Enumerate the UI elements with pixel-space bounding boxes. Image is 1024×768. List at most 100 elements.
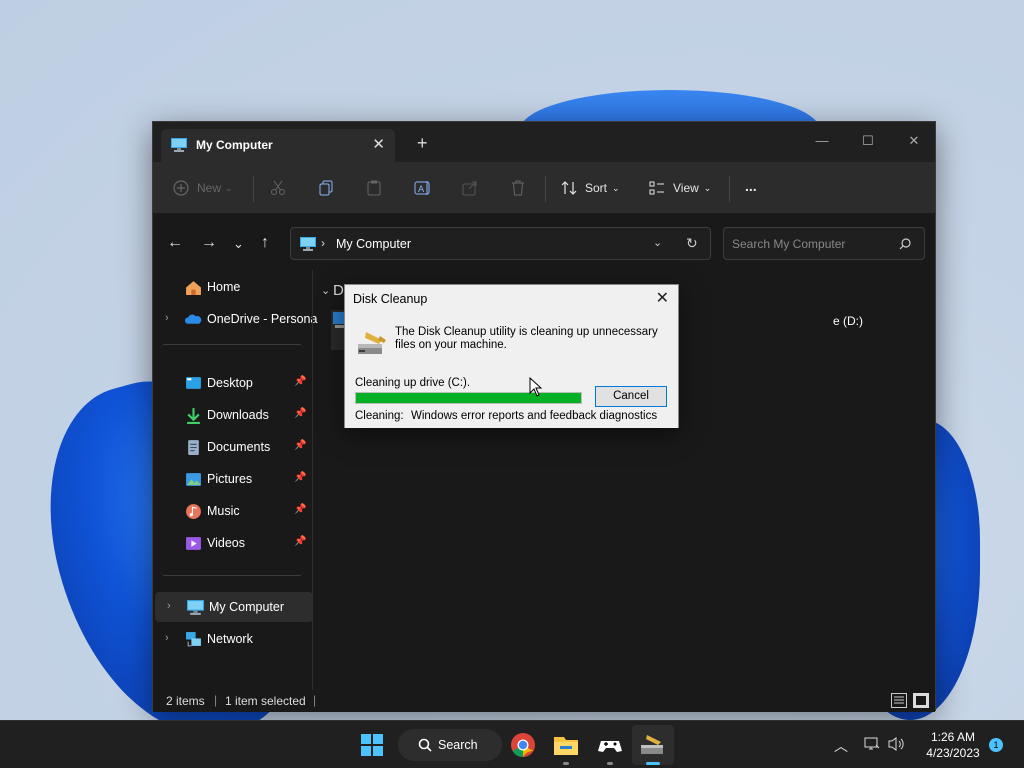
drive-d-label[interactable]: e (D:) bbox=[833, 314, 863, 328]
breadcrumb-chevron-icon: › bbox=[321, 236, 325, 250]
sidebar-item-label: Home bbox=[207, 280, 241, 294]
sort-icon bbox=[561, 181, 577, 195]
clipboard-icon bbox=[367, 180, 381, 196]
maximize-button[interactable]: ☐ bbox=[845, 127, 891, 155]
home-icon bbox=[186, 281, 201, 295]
computer-icon bbox=[300, 237, 316, 251]
pin-icon[interactable]: 📌 bbox=[294, 504, 306, 515]
expand-chevron-icon[interactable]: › bbox=[167, 600, 171, 612]
details-view-icon[interactable] bbox=[891, 693, 907, 708]
expand-chevron-icon[interactable]: › bbox=[165, 632, 169, 644]
sidebar-item-desktop[interactable]: Desktop 📌 bbox=[153, 368, 311, 398]
address-dropdown-icon[interactable]: ⌄ bbox=[653, 236, 662, 249]
disk-cleanup-icon[interactable] bbox=[638, 730, 668, 760]
pin-icon[interactable]: 📌 bbox=[294, 472, 306, 483]
view-button[interactable]: View ⌄ bbox=[649, 174, 711, 202]
sidebar-item-pictures[interactable]: Pictures 📌 bbox=[153, 464, 311, 494]
minimize-button[interactable]: — bbox=[799, 127, 845, 155]
clock-date: 4/23/2023 bbox=[926, 746, 980, 760]
cleaning-item: Windows error reports and feedback diagn… bbox=[411, 410, 658, 422]
address-row: ← → ⌄ ↑ › My Computer ⌄ ↻ Search My Comp… bbox=[153, 214, 935, 270]
group-collapse-icon[interactable]: ⌄ bbox=[321, 284, 330, 297]
progress-fill bbox=[356, 393, 581, 403]
new-tab-button[interactable]: + bbox=[417, 133, 428, 154]
sidebar-item-music[interactable]: Music 📌 bbox=[153, 496, 311, 526]
cleaning-drive-text: Cleaning up drive (C:). bbox=[355, 377, 471, 389]
toolbar-separator bbox=[545, 176, 546, 202]
sidebar-item-label: Pictures bbox=[207, 472, 253, 486]
copy-button[interactable] bbox=[318, 174, 334, 202]
pictures-icon bbox=[186, 473, 201, 486]
sidebar-item-onedrive[interactable]: › OneDrive - Persona bbox=[153, 304, 317, 334]
cut-button[interactable] bbox=[270, 174, 286, 202]
network-status-icon[interactable] bbox=[864, 736, 880, 752]
sidebar-item-label: Downloads bbox=[207, 408, 269, 422]
sidebar-divider bbox=[163, 344, 301, 345]
dialog-message: The Disk Cleanup utility is cleaning up … bbox=[395, 326, 658, 351]
file-explorer-icon[interactable] bbox=[551, 730, 581, 760]
close-icon[interactable]: ✕ bbox=[656, 288, 669, 308]
sidebar-item-label: Desktop bbox=[207, 376, 253, 390]
start-icon[interactable] bbox=[357, 730, 387, 760]
sidebar-item-downloads[interactable]: Downloads 📌 bbox=[153, 400, 311, 430]
tab-my-computer[interactable]: My Computer ✕ bbox=[161, 129, 395, 162]
volume-icon[interactable] bbox=[888, 736, 906, 752]
delete-button[interactable] bbox=[510, 174, 526, 202]
sidebar-item-home[interactable]: Home bbox=[153, 272, 311, 302]
chrome-icon[interactable] bbox=[508, 730, 538, 760]
tiles-view-icon[interactable] bbox=[913, 693, 929, 708]
new-button[interactable]: New ⌄ bbox=[173, 174, 233, 202]
forward-arrow-icon[interactable]: → bbox=[201, 234, 217, 252]
search-box[interactable]: Search My Computer bbox=[723, 227, 925, 260]
clock[interactable]: 1:26 AM 4/23/2023 bbox=[920, 729, 986, 761]
paste-button[interactable] bbox=[366, 174, 382, 202]
back-arrow-icon[interactable]: ← bbox=[167, 234, 183, 252]
more-options-button[interactable]: ... bbox=[745, 172, 757, 200]
sidebar-item-label: Music bbox=[207, 504, 240, 518]
address-bar[interactable]: › My Computer ⌄ ↻ bbox=[290, 227, 711, 260]
group-header: D bbox=[333, 282, 344, 299]
pin-icon[interactable]: 📌 bbox=[294, 440, 306, 451]
active-indicator bbox=[646, 762, 660, 765]
taskbar-search-label: Search bbox=[438, 738, 478, 752]
rename-icon: A bbox=[414, 181, 430, 195]
trash-icon bbox=[512, 180, 524, 196]
tab-title: My Computer bbox=[196, 138, 273, 152]
mouse-cursor-icon bbox=[529, 377, 542, 397]
selection-count: 1 item selected bbox=[225, 694, 306, 708]
navigation-pane: Home › OneDrive - Persona Desktop 📌 Down… bbox=[153, 270, 317, 690]
sidebar-item-my-computer[interactable]: › My Computer bbox=[155, 592, 313, 622]
sidebar-item-documents[interactable]: Documents 📌 bbox=[153, 432, 311, 462]
pin-icon[interactable]: 📌 bbox=[294, 536, 306, 547]
show-hidden-icons-chevron-icon[interactable]: ︿ bbox=[834, 736, 848, 756]
notification-badge[interactable]: 1 bbox=[989, 738, 1003, 752]
recent-chevron-icon[interactable]: ⌄ bbox=[233, 236, 244, 252]
computer-icon bbox=[171, 138, 187, 152]
taskbar-search[interactable]: Search bbox=[398, 729, 502, 761]
running-indicator bbox=[607, 762, 613, 765]
sidebar-item-network[interactable]: › Network bbox=[153, 624, 311, 654]
toolbar-separator bbox=[729, 176, 730, 202]
refresh-icon[interactable]: ↻ bbox=[686, 235, 698, 252]
sidebar-item-videos[interactable]: Videos 📌 bbox=[153, 528, 311, 558]
desktop-icon bbox=[186, 377, 201, 389]
computer-icon bbox=[187, 600, 204, 615]
game-controller-icon[interactable] bbox=[595, 730, 625, 760]
rename-button[interactable]: A bbox=[414, 174, 432, 202]
cleanup-progress-bar bbox=[355, 392, 582, 404]
chevron-down-icon: ⌄ bbox=[225, 182, 233, 193]
pin-icon[interactable]: 📌 bbox=[294, 408, 306, 419]
sort-button[interactable]: Sort ⌄ bbox=[561, 174, 620, 202]
cancel-button[interactable]: Cancel bbox=[595, 386, 667, 407]
view-icon bbox=[649, 181, 664, 195]
pin-icon[interactable]: 📌 bbox=[294, 376, 306, 387]
running-indicator bbox=[563, 762, 569, 765]
close-window-button[interactable]: ✕ bbox=[891, 127, 937, 155]
expand-chevron-icon[interactable]: › bbox=[165, 312, 169, 324]
address-path: My Computer bbox=[336, 237, 412, 251]
sidebar-item-label: Videos bbox=[207, 536, 245, 550]
up-arrow-icon[interactable]: ↑ bbox=[261, 234, 269, 252]
close-tab-icon[interactable]: ✕ bbox=[372, 135, 385, 153]
share-button[interactable] bbox=[462, 174, 478, 202]
search-icon bbox=[418, 738, 432, 752]
